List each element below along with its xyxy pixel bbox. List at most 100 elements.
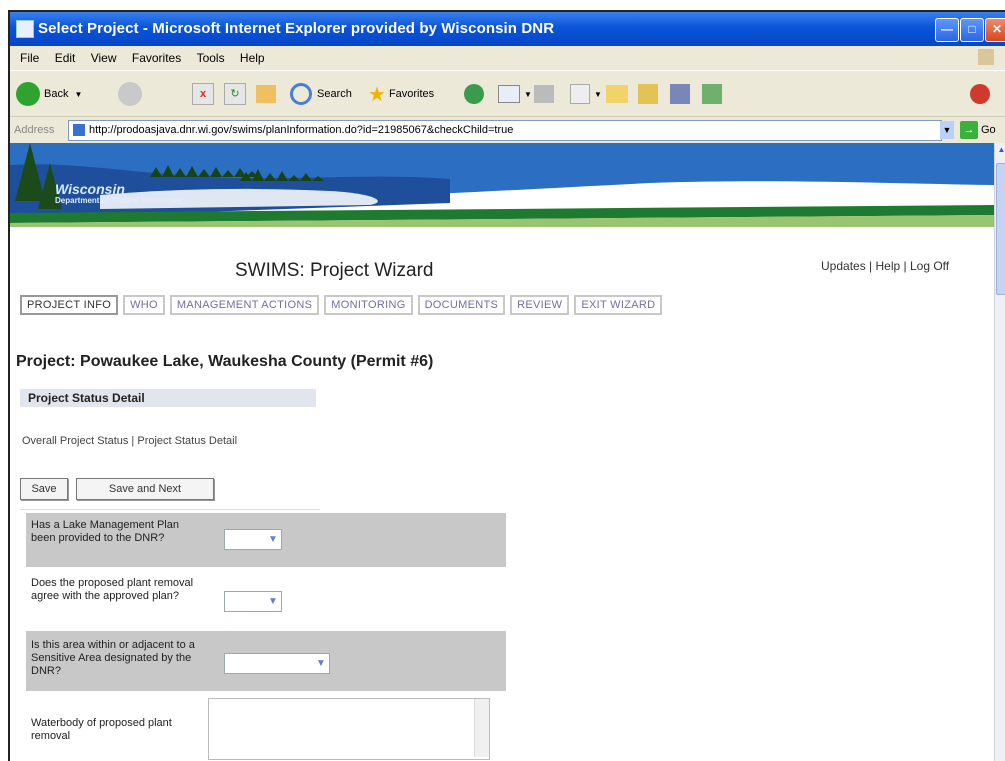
question-label: Waterbody of proposed plant removal (31, 717, 172, 742)
tab-review[interactable]: REVIEW (510, 295, 570, 315)
tab-management-actions[interactable]: MANAGEMENT ACTIONS (169, 295, 320, 315)
question-row: Has a Lake Management Plan been provided… (26, 513, 506, 567)
browser-window: Select Project - Microsoft Internet Expl… (8, 10, 1005, 761)
logoff-link[interactable]: Log Off (910, 259, 949, 273)
updates-link[interactable]: Updates (821, 259, 866, 273)
menu-edit[interactable]: Edit (55, 51, 76, 65)
page-content: Wisconsin Department of Natural Resource… (10, 143, 994, 761)
menu-tools[interactable]: Tools (197, 51, 225, 65)
tab-who[interactable]: WHO (123, 295, 165, 315)
tools-icon (970, 84, 990, 104)
forward-button[interactable] (118, 81, 142, 107)
research-icon (638, 84, 658, 104)
status-sublinks: Overall Project Status | Project Status … (22, 435, 238, 447)
question-label: Has a Lake Management Plan been provided… (31, 519, 179, 544)
question-label: Does the proposed plant removal agree wi… (31, 577, 194, 602)
chevron-down-icon: ▼ (594, 89, 602, 99)
lake-plan-select[interactable]: ▼ (224, 529, 282, 550)
brand-state: Wisconsin (55, 181, 125, 197)
project-heading: Project: Powaukee Lake, Waukesha County … (16, 353, 434, 370)
address-url: http://prodoasjava.dnr.wi.gov/swims/plan… (89, 124, 514, 136)
plan-agree-select[interactable]: ▼ (224, 591, 282, 612)
chevron-down-icon: ▼ (524, 89, 532, 99)
top-links: Updates | Help | Log Off (821, 259, 950, 273)
question-row: Does the proposed plant removal agree wi… (26, 569, 506, 629)
menu-file[interactable]: File (20, 51, 39, 65)
print-button[interactable] (534, 81, 554, 107)
ie-app-icon (16, 20, 34, 38)
search-button[interactable]: Search (290, 81, 352, 107)
menu-view[interactable]: View (91, 51, 117, 65)
save-and-next-button[interactable]: Save and Next (76, 478, 214, 500)
research-button[interactable] (638, 81, 658, 107)
tab-exit-wizard[interactable]: EXIT WIZARD (574, 295, 663, 315)
refresh-button[interactable]: ↻ (224, 81, 246, 107)
question-row: Is this area within or adjacent to a Sen… (26, 631, 506, 691)
chevron-down-icon: ▼ (268, 534, 278, 545)
dnr-banner: Wisconsin Department of Natural Resource… (10, 143, 994, 227)
address-label: Address (14, 124, 55, 136)
folder-button[interactable] (606, 81, 628, 107)
back-arrow-icon (16, 82, 40, 106)
status-detail-link[interactable]: Project Status Detail (137, 435, 237, 447)
mail-icon (498, 85, 520, 103)
window-title: Select Project - Microsoft Internet Expl… (38, 20, 555, 37)
edit-button[interactable]: ▼ (570, 81, 602, 107)
chevron-down-icon: ▼ (268, 596, 278, 607)
home-button[interactable] (256, 81, 276, 107)
page-icon (73, 124, 85, 137)
discuss-button[interactable] (702, 81, 722, 107)
messenger-button[interactable] (670, 81, 690, 107)
close-button[interactable]: ✕ (985, 18, 1005, 42)
waterbody-textarea[interactable] (208, 698, 490, 760)
go-arrow-icon: → (960, 121, 978, 139)
overall-status-link[interactable]: Overall Project Status (22, 435, 128, 447)
tab-project-info[interactable]: PROJECT INFO (20, 295, 119, 315)
help-link[interactable]: Help (876, 259, 901, 273)
chevron-down-icon: ▼ (316, 658, 326, 669)
page-scrollbar[interactable]: ▲ (994, 143, 1005, 761)
discuss-icon (702, 84, 722, 104)
address-input[interactable]: http://prodoasjava.dnr.wi.gov/swims/plan… (68, 120, 942, 141)
scroll-up-icon[interactable]: ▲ (996, 145, 1005, 159)
history-icon (464, 84, 484, 104)
menu-bar: File Edit View Favorites Tools Help (10, 46, 1005, 70)
windows-flag-icon (978, 49, 994, 65)
question-label: Is this area within or adjacent to a Sen… (31, 639, 195, 677)
star-icon: ★ (368, 83, 386, 106)
page-title: SWIMS: Project Wizard (235, 260, 434, 281)
save-button[interactable]: Save (20, 478, 68, 500)
section-header: Project Status Detail (20, 389, 316, 407)
forward-arrow-icon (118, 82, 142, 106)
folder-icon (606, 85, 628, 103)
edit-icon (570, 84, 590, 104)
menu-favorites[interactable]: Favorites (132, 51, 181, 65)
tab-monitoring[interactable]: MONITORING (324, 295, 413, 315)
stop-button[interactable]: x (192, 81, 214, 107)
title-bar: Select Project - Microsoft Internet Expl… (10, 12, 1005, 46)
minimize-button[interactable]: — (935, 18, 959, 42)
extra-toolbar-button[interactable] (970, 81, 990, 107)
messenger-icon (670, 84, 690, 104)
refresh-icon: ↻ (224, 83, 246, 105)
maximize-button[interactable]: □ (960, 18, 984, 42)
wizard-tabs: PROJECT INFO WHO MANAGEMENT ACTIONS MONI… (20, 295, 663, 315)
print-icon (534, 85, 554, 103)
stop-icon: x (192, 83, 214, 105)
scroll-thumb[interactable] (996, 163, 1005, 295)
tab-documents[interactable]: DOCUMENTS (417, 295, 506, 315)
address-dropdown-icon[interactable]: ▼ (940, 121, 954, 139)
chevron-down-icon: ▼ (74, 89, 83, 99)
back-button[interactable]: Back ▼ (16, 81, 82, 107)
search-icon (290, 83, 312, 105)
menu-help[interactable]: Help (240, 51, 265, 65)
home-icon (256, 85, 276, 103)
dnr-brand: Wisconsin Department of Natural Resource… (55, 181, 182, 205)
history-button[interactable] (464, 81, 484, 107)
divider (20, 509, 320, 510)
favorites-button[interactable]: ★ Favorites (368, 81, 434, 107)
sensitive-area-select[interactable]: ▼ (224, 653, 330, 674)
go-button[interactable]: → Go (960, 121, 996, 139)
mail-button[interactable]: ▼ (498, 81, 532, 107)
textarea-scrollbar[interactable] (474, 699, 489, 757)
